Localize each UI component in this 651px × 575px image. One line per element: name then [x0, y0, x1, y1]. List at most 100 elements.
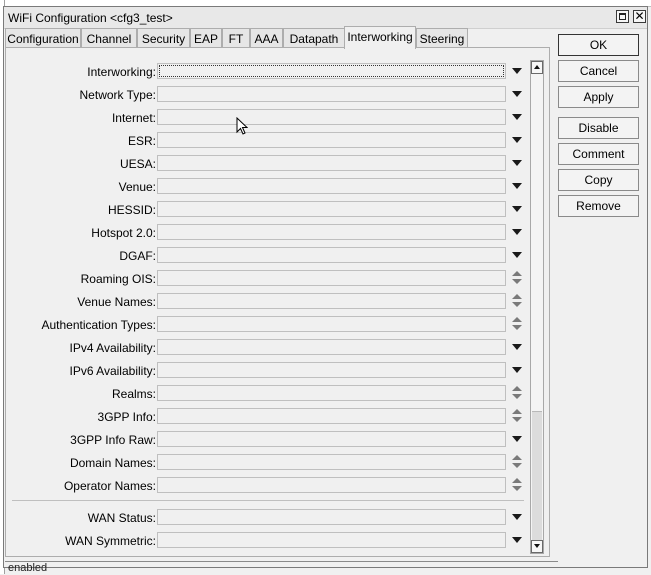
hotspot-20-field[interactable] — [157, 224, 506, 240]
domain-names-field[interactable] — [157, 454, 506, 470]
dropdown-arrow-icon[interactable] — [512, 206, 522, 212]
close-icon[interactable]: ✕ — [633, 10, 646, 23]
up-down-spinner-icon[interactable] — [512, 455, 522, 471]
spinner-down-icon[interactable] — [512, 302, 522, 307]
dropdown-arrow-icon[interactable] — [512, 160, 522, 166]
row-uesa: UESA: — [6, 155, 528, 173]
spinner-up-icon[interactable] — [512, 455, 522, 460]
title-bar[interactable]: WiFi Configuration <cfg3_test> ✕ — [4, 7, 647, 29]
dropdown-arrow-icon[interactable] — [512, 68, 522, 74]
hessid-field[interactable] — [157, 201, 506, 217]
3gpp-info-raw-field[interactable] — [157, 431, 506, 447]
tab-interworking[interactable]: Interworking — [344, 26, 416, 49]
dropdown-arrow-icon[interactable] — [512, 183, 522, 189]
copy-button[interactable]: Copy — [558, 169, 639, 191]
dropdown-arrow-icon[interactable] — [512, 537, 522, 543]
3gpp-info-label: 3GPP Info: — [97, 410, 156, 424]
tab-steering[interactable]: Steering — [416, 28, 468, 48]
restore-icon[interactable] — [616, 10, 629, 23]
row-3gpp-info: 3GPP Info: — [6, 408, 528, 426]
authentication-types-field[interactable] — [157, 316, 506, 332]
dropdown-arrow-icon[interactable] — [512, 137, 522, 143]
dropdown-arrow-icon[interactable] — [512, 91, 522, 97]
spinner-down-icon[interactable] — [512, 394, 522, 399]
row-venue: Venue: — [6, 178, 528, 196]
vertical-scrollbar[interactable] — [530, 60, 544, 554]
tab-channel[interactable]: Channel — [81, 28, 137, 48]
row-hessid: HESSID: — [6, 201, 528, 219]
dropdown-arrow-icon[interactable] — [512, 229, 522, 235]
row-operator-names: Operator Names: — [6, 477, 528, 495]
spinner-up-icon[interactable] — [512, 386, 522, 391]
network-type-field[interactable] — [157, 86, 506, 102]
spinner-down-icon[interactable] — [512, 417, 522, 422]
row-realms: Realms: — [6, 385, 528, 403]
row-internet: Internet: — [6, 109, 528, 127]
esr-field[interactable] — [157, 132, 506, 148]
wan-status-field[interactable] — [157, 509, 506, 525]
spinner-up-icon[interactable] — [512, 271, 522, 276]
venue-field[interactable] — [157, 178, 506, 194]
row-wan-symmetric: WAN Symmetric: — [6, 532, 528, 550]
window-title: WiFi Configuration <cfg3_test> — [8, 11, 173, 25]
3gpp-info-field[interactable] — [157, 408, 506, 424]
spinner-up-icon[interactable] — [512, 409, 522, 414]
network-type-label: Network Type: — [79, 88, 156, 102]
row-esr: ESR: — [6, 132, 528, 150]
interworking-panel: Interworking: Network Type: Internet: ESR: U… — [5, 47, 550, 557]
dropdown-arrow-icon[interactable] — [512, 344, 522, 350]
spinner-up-icon[interactable] — [512, 294, 522, 299]
ok-button[interactable]: OK — [558, 34, 639, 56]
tab-configuration[interactable]: Configuration — [5, 28, 81, 48]
wan-status-label: WAN Status: — [87, 511, 156, 525]
tab-datapath[interactable]: Datapath — [283, 28, 345, 48]
domain-names-label: Domain Names: — [69, 456, 156, 470]
realms-label: Realms: — [111, 387, 156, 401]
tab-ft[interactable]: FT — [222, 28, 250, 48]
disable-button[interactable]: Disable — [558, 117, 639, 139]
ipv4-availability-field[interactable] — [157, 339, 506, 355]
tab-security[interactable]: Security — [137, 28, 190, 48]
scroll-up-icon[interactable] — [531, 61, 543, 74]
internet-field[interactable] — [157, 109, 506, 125]
scroll-down-icon[interactable] — [531, 540, 543, 553]
up-down-spinner-icon[interactable] — [512, 409, 522, 425]
tab-eap[interactable]: EAP — [190, 28, 222, 48]
dropdown-arrow-icon[interactable] — [512, 252, 522, 258]
operator-names-field[interactable] — [157, 477, 506, 493]
up-down-spinner-icon[interactable] — [512, 271, 522, 287]
venue-names-field[interactable] — [157, 293, 506, 309]
cancel-button[interactable]: Cancel — [558, 60, 639, 82]
up-down-spinner-icon[interactable] — [512, 478, 522, 494]
hessid-label: HESSID: — [107, 203, 156, 217]
operator-names-label: Operator Names: — [63, 479, 156, 493]
dropdown-arrow-icon[interactable] — [512, 367, 522, 373]
spinner-down-icon[interactable] — [512, 463, 522, 468]
comment-button[interactable]: Comment — [558, 143, 639, 165]
uesa-field[interactable] — [157, 155, 506, 171]
dropdown-arrow-icon[interactable] — [512, 114, 522, 120]
up-down-spinner-icon[interactable] — [512, 386, 522, 402]
row-domain-names: Domain Names: — [6, 454, 528, 472]
ipv6-availability-field[interactable] — [157, 362, 506, 378]
ipv4-availability-label: IPv4 Availability: — [69, 341, 157, 355]
spinner-up-icon[interactable] — [512, 317, 522, 322]
dropdown-arrow-icon[interactable] — [512, 436, 522, 442]
up-down-spinner-icon[interactable] — [512, 317, 522, 333]
interworking-label: Interworking: — [87, 65, 156, 79]
up-down-spinner-icon[interactable] — [512, 294, 522, 310]
tab-aaa[interactable]: AAA — [250, 28, 283, 48]
spinner-down-icon[interactable] — [512, 325, 522, 330]
dropdown-arrow-icon[interactable] — [512, 514, 522, 520]
apply-button[interactable]: Apply — [558, 86, 639, 108]
scroll-thumb[interactable] — [532, 411, 542, 540]
spinner-down-icon[interactable] — [512, 486, 522, 491]
wan-symmetric-field[interactable] — [157, 532, 506, 548]
spinner-up-icon[interactable] — [512, 478, 522, 483]
interworking-field[interactable] — [157, 63, 506, 79]
roaming-ois-field[interactable] — [157, 270, 506, 286]
spinner-down-icon[interactable] — [512, 279, 522, 284]
remove-button[interactable]: Remove — [558, 195, 639, 217]
realms-field[interactable] — [157, 385, 506, 401]
dgaf-field[interactable] — [157, 247, 506, 263]
